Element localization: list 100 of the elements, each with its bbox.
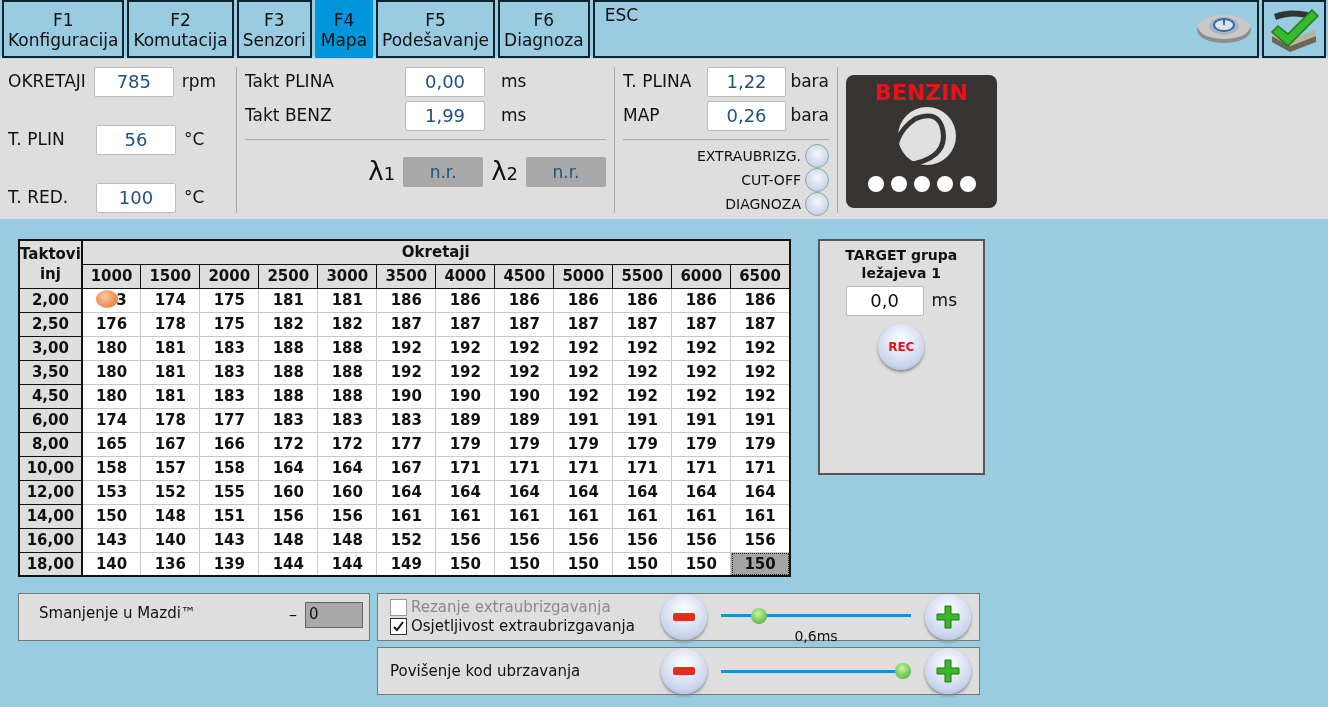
table-cell[interactable]: 189	[494, 408, 554, 432]
table-cell[interactable]: 164	[317, 456, 377, 480]
table-cell[interactable]: 192	[494, 360, 554, 384]
table-cell[interactable]: 192	[553, 336, 613, 360]
table-cell[interactable]: 156	[435, 528, 495, 552]
table-cell[interactable]: 192	[671, 360, 731, 384]
function-tab[interactable]: F6 Diagnoza	[498, 0, 590, 58]
table-cell[interactable]: 156	[258, 504, 318, 528]
table-cell[interactable]: 183	[376, 408, 436, 432]
table-cell[interactable]: 157	[140, 456, 200, 480]
table-cell[interactable]: 187	[435, 312, 495, 336]
table-cell[interactable]: 156	[553, 528, 613, 552]
slider-thumb[interactable]	[895, 663, 911, 679]
table-cell[interactable]: 192	[494, 336, 554, 360]
table-cell[interactable]: 161	[494, 504, 554, 528]
table-cell[interactable]: 171	[553, 456, 613, 480]
table-cell[interactable]: 183	[258, 408, 318, 432]
table-cell[interactable]: 172	[317, 432, 377, 456]
table-cell[interactable]: 155	[199, 480, 259, 504]
table-cell[interactable]: 188	[258, 336, 318, 360]
table-cell[interactable]: 151	[199, 504, 259, 528]
table-cell[interactable]: 188	[258, 384, 318, 408]
table-cell[interactable]: 192	[376, 360, 436, 384]
target-value[interactable]: 0,0	[845, 286, 924, 316]
table-cell[interactable]: 150	[81, 504, 141, 528]
table-cell[interactable]: 152	[376, 528, 436, 552]
table-cell[interactable]: 188	[317, 336, 377, 360]
table-cell[interactable]: 186	[671, 288, 731, 312]
function-tab[interactable]: F5 Podešavanje	[376, 0, 496, 58]
table-cell[interactable]: 192	[435, 336, 495, 360]
table-cell[interactable]: 192	[376, 336, 436, 360]
table-cell[interactable]: 186	[553, 288, 613, 312]
table-cell[interactable]: 156	[612, 528, 672, 552]
table-cell[interactable]: 174	[81, 408, 141, 432]
table-cell[interactable]: 187	[376, 312, 436, 336]
table-cell[interactable]: 174	[140, 288, 200, 312]
table-cell[interactable]: 188	[317, 384, 377, 408]
table-cell[interactable]: 183	[199, 360, 259, 384]
record-button[interactable]: REC	[878, 324, 925, 370]
table-cell[interactable]: 175	[199, 312, 259, 336]
table-cell[interactable]: 160	[317, 480, 377, 504]
table-cell[interactable]: 165	[81, 432, 141, 456]
function-tab[interactable]: F1 Konfiguracija	[2, 0, 125, 58]
table-cell[interactable]: 179	[553, 432, 613, 456]
table-cell[interactable]: 177	[376, 432, 436, 456]
function-tab[interactable]: ESC	[592, 0, 1259, 58]
table-cell[interactable]: 178	[140, 408, 200, 432]
table-cell[interactable]: 186	[376, 288, 436, 312]
table-cell[interactable]: 187	[612, 312, 672, 336]
table-cell[interactable]: 190	[376, 384, 436, 408]
reduction-value[interactable]: 0	[305, 602, 363, 628]
table-cell[interactable]: 192	[553, 384, 613, 408]
table-cell[interactable]: 177	[199, 408, 259, 432]
table-cell[interactable]: 164	[494, 480, 554, 504]
table-cell[interactable]: 160	[258, 480, 318, 504]
table-cell[interactable]: 167	[140, 432, 200, 456]
table-cell[interactable]: 178	[140, 312, 200, 336]
table-cell[interactable]: 140	[140, 528, 200, 552]
table-cell[interactable]: 186	[494, 288, 554, 312]
table-cell[interactable]: 156	[494, 528, 554, 552]
decrease-button[interactable]	[661, 594, 707, 640]
table-cell[interactable]: 182	[317, 312, 377, 336]
table-cell[interactable]: 187	[494, 312, 554, 336]
table-cell[interactable]: 192	[553, 360, 613, 384]
table-cell[interactable]: 181	[317, 288, 377, 312]
table-cell[interactable]: 176	[81, 312, 141, 336]
table-cell[interactable]: 188	[317, 360, 377, 384]
table-cell[interactable]: 181	[140, 360, 200, 384]
table-cell[interactable]: 171	[612, 456, 672, 480]
table-cell[interactable]: 167	[376, 456, 436, 480]
table-cell[interactable]: 192	[612, 336, 672, 360]
table-cell[interactable]: 180	[81, 360, 141, 384]
table-cell[interactable]: 186	[612, 288, 672, 312]
table-cell[interactable]: 191	[612, 408, 672, 432]
table-cell[interactable]: 164	[612, 480, 672, 504]
table-cell[interactable]: 192	[671, 384, 731, 408]
table-cell[interactable]: 189	[435, 408, 495, 432]
table-cell[interactable]: 191	[671, 408, 731, 432]
table-cell[interactable]: 187	[671, 312, 731, 336]
table-cell[interactable]: 183	[199, 336, 259, 360]
table-cell[interactable]: 192	[612, 384, 672, 408]
table-cell[interactable]: 180	[81, 384, 141, 408]
confirm-button[interactable]	[1262, 0, 1326, 58]
increase-button[interactable]	[925, 648, 971, 694]
table-cell[interactable]: 182	[258, 312, 318, 336]
table-cell[interactable]: 161	[553, 504, 613, 528]
table-cell[interactable]: 192	[435, 360, 495, 384]
table-cell[interactable]: 143	[199, 528, 259, 552]
table-cell[interactable]: 188	[258, 360, 318, 384]
table-cell[interactable]: 148	[317, 528, 377, 552]
table-cell[interactable]: 152	[140, 480, 200, 504]
table-cell[interactable]: 192	[612, 360, 672, 384]
table-cell[interactable]: 164	[435, 480, 495, 504]
checkbox[interactable]	[390, 618, 407, 636]
table-cell[interactable]: 179	[671, 432, 731, 456]
table-cell[interactable]: 158	[81, 456, 141, 480]
table-cell[interactable]: 181	[140, 336, 200, 360]
table-cell[interactable]: 148	[258, 528, 318, 552]
function-tab[interactable]: F3 Senzori	[236, 0, 312, 58]
table-cell[interactable]: 171	[671, 456, 731, 480]
